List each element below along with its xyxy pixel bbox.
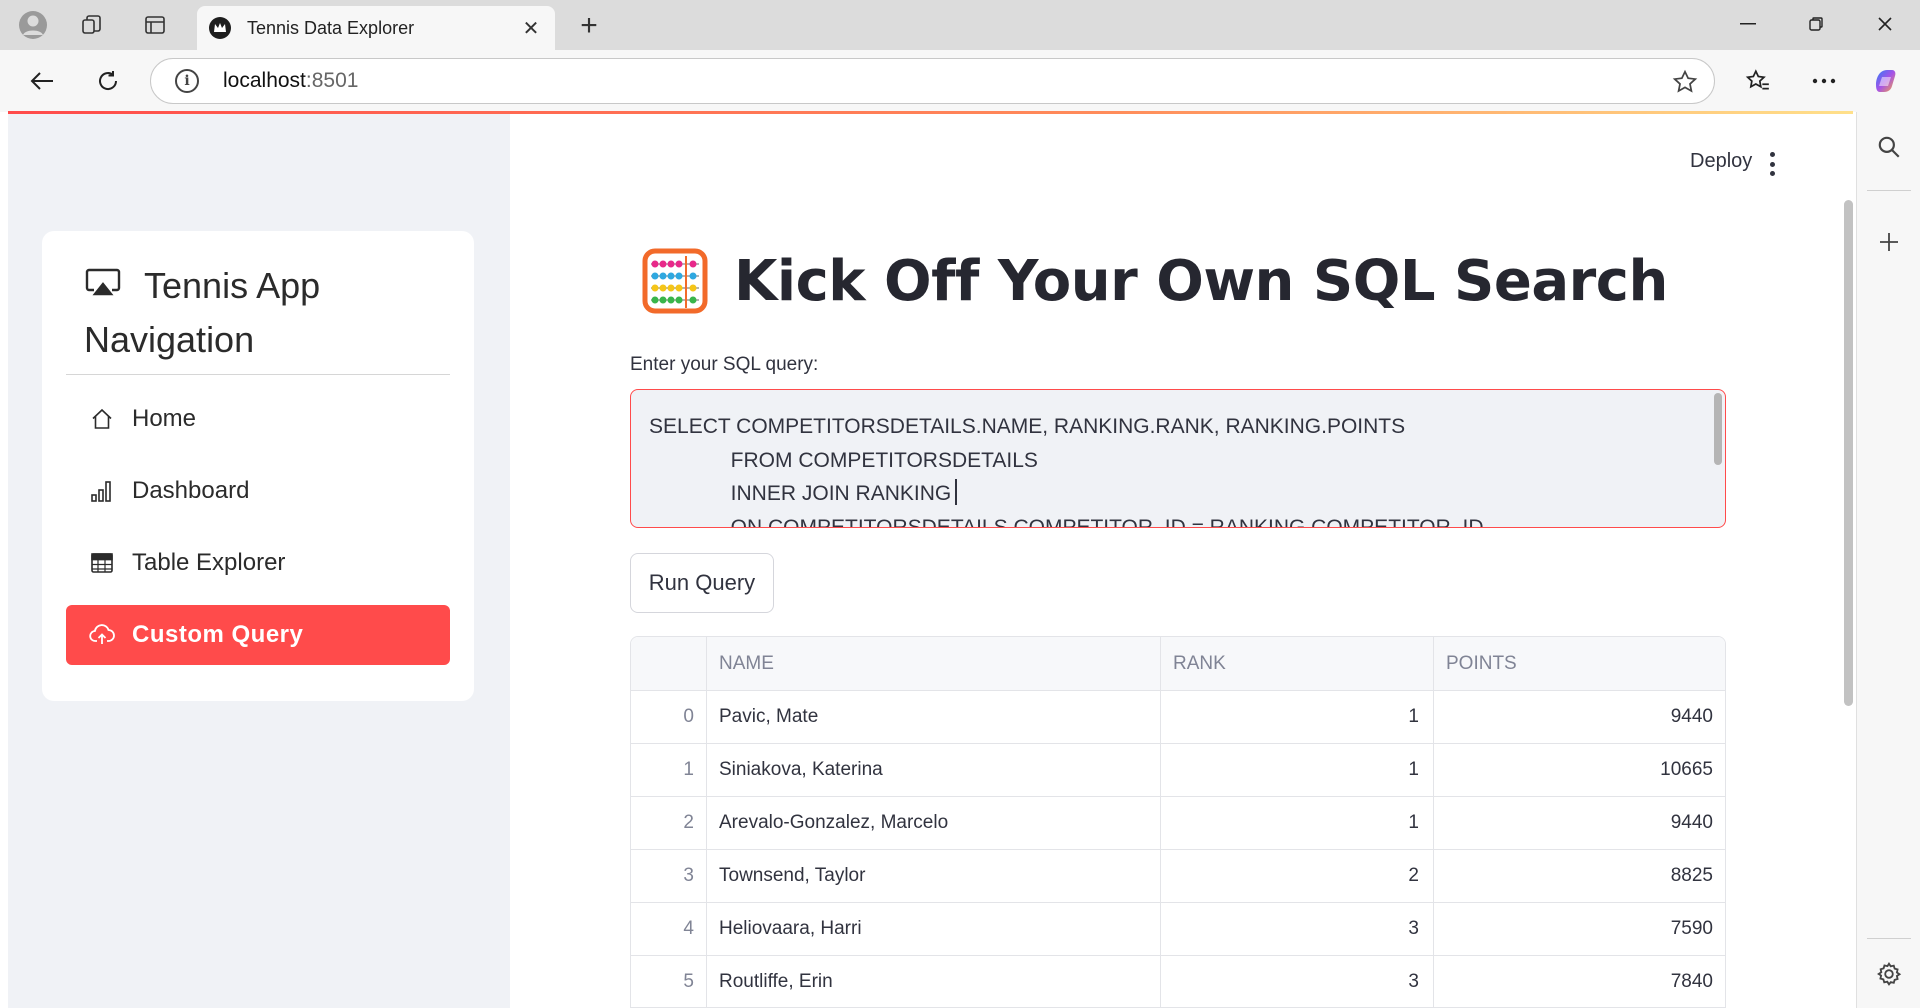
results-dataframe[interactable]: NAME RANK POINTS 0 Pavic, Mate 1 9440 1 … (630, 636, 1726, 1008)
tab-title: Tennis Data Explorer (247, 17, 415, 38)
search-icon[interactable] (1871, 129, 1907, 165)
main-content: Deploy Kick Off Your Own SQL Search Ente… (510, 114, 1856, 1008)
cell-name[interactable]: Townsend, Taylor (707, 850, 1161, 902)
table-row[interactable]: 1 Siniakova, Katerina 1 10665 (631, 744, 1725, 797)
sidebar-item-label: Table Explorer (132, 549, 286, 576)
favorite-star-icon[interactable] (1672, 69, 1698, 100)
page-title: Kick Off Your Own SQL Search (734, 248, 1668, 314)
dataframe-header: NAME RANK POINTS (631, 637, 1725, 691)
row-index: 1 (631, 744, 707, 796)
side-panel-divider (1867, 938, 1911, 939)
cell-rank[interactable]: 3 (1161, 956, 1434, 1007)
workspaces-icon[interactable] (76, 9, 108, 41)
cell-name[interactable]: Siniakova, Katerina (707, 744, 1161, 796)
minimize-icon[interactable] (1718, 6, 1778, 42)
cell-name[interactable]: Arevalo-Gonzalez, Marcelo (707, 797, 1161, 849)
run-query-button[interactable]: Run Query (630, 553, 774, 613)
site-info-icon[interactable]: i (175, 69, 199, 93)
main-menu-icon[interactable] (1768, 152, 1776, 176)
row-index: 2 (631, 797, 707, 849)
sidebar-item-custom-query[interactable]: Custom Query (66, 605, 450, 665)
address-bar[interactable]: i localhost:8501 (150, 58, 1715, 104)
new-tab-button[interactable]: + (572, 9, 606, 43)
sidebar-item-label: Dashboard (132, 477, 250, 504)
sidebar-item-table-explorer[interactable]: Table Explorer (66, 533, 450, 593)
index-header (631, 637, 707, 690)
cell-points[interactable]: 9440 (1434, 797, 1725, 849)
profile-avatar-icon[interactable] (17, 9, 49, 41)
url-text: localhost:8501 (223, 69, 359, 92)
table-row[interactable]: 3 Townsend, Taylor 2 8825 (631, 850, 1725, 903)
cell-name[interactable]: Routliffe, Erin (707, 956, 1161, 1007)
cell-name[interactable]: Pavic, Mate (707, 691, 1161, 743)
navigation-card: Tennis App Navigation Home Dashboard Tab… (42, 231, 474, 701)
table-row[interactable]: 0 Pavic, Mate 1 9440 (631, 691, 1725, 744)
cell-rank[interactable]: 1 (1161, 797, 1434, 849)
sql-query-textarea[interactable]: SELECT COMPETITORSDETAILS.NAME, RANKING.… (630, 389, 1726, 528)
page-scrollbar[interactable] (1844, 200, 1853, 706)
back-arrow-icon[interactable] (24, 63, 60, 99)
cell-rank[interactable]: 1 (1161, 691, 1434, 743)
cell-rank[interactable]: 3 (1161, 903, 1434, 955)
settings-gear-icon[interactable] (1871, 956, 1907, 992)
navigation-title: Tennis App Navigation (84, 259, 444, 367)
cast-screen-icon (84, 258, 122, 312)
close-window-icon[interactable] (1855, 6, 1915, 42)
browser-tab-bar: Tennis Data Explorer ✕ + (0, 0, 1920, 50)
sidebar-item-label: Custom Query (132, 621, 304, 648)
sql-query-text[interactable]: SELECT COMPETITORSDETAILS.NAME, RANKING.… (649, 410, 1483, 527)
query-label: Enter your SQL query: (630, 354, 819, 375)
add-icon[interactable] (1871, 224, 1907, 260)
cell-name[interactable]: Heliovaara, Harri (707, 903, 1161, 955)
table-row[interactable]: 5 Routliffe, Erin 3 7840 (631, 956, 1725, 1007)
app-sidebar: Tennis App Navigation Home Dashboard Tab… (8, 114, 510, 1008)
cell-rank[interactable]: 2 (1161, 850, 1434, 902)
row-index: 0 (631, 691, 707, 743)
navigation-divider (66, 374, 450, 375)
favorites-icon[interactable] (1740, 63, 1776, 99)
home-icon (88, 405, 116, 433)
more-options-icon[interactable] (1806, 63, 1842, 99)
sidebar-item-label: Home (132, 405, 197, 432)
browser-tab-active[interactable]: Tennis Data Explorer ✕ (197, 6, 555, 50)
refresh-icon[interactable] (90, 63, 126, 99)
tab-close-icon[interactable]: ✕ (519, 16, 543, 41)
cloud-upload-icon (88, 621, 116, 649)
column-header-points[interactable]: POINTS (1434, 637, 1725, 690)
cell-points[interactable]: 9440 (1434, 691, 1725, 743)
textarea-scrollbar[interactable] (1714, 393, 1722, 465)
side-panel-divider (1867, 190, 1911, 191)
cell-rank[interactable]: 1 (1161, 744, 1434, 796)
text-caret (955, 479, 958, 505)
cell-points[interactable]: 10665 (1434, 744, 1725, 796)
browser-side-panel (1856, 112, 1920, 1008)
vertical-tabs-icon[interactable] (139, 9, 171, 41)
sidebar-item-home[interactable]: Home (66, 389, 450, 449)
cell-points[interactable]: 7840 (1434, 956, 1725, 1007)
abacus-icon (642, 248, 708, 314)
browser-toolbar: i localhost:8501 (0, 50, 1920, 112)
cell-points[interactable]: 7590 (1434, 903, 1725, 955)
sidebar-item-dashboard[interactable]: Dashboard (66, 461, 450, 521)
table-row[interactable]: 2 Arevalo-Gonzalez, Marcelo 1 9440 (631, 797, 1725, 850)
restore-icon[interactable] (1786, 6, 1846, 42)
bar-chart-icon (88, 477, 116, 505)
copilot-icon[interactable] (1868, 63, 1904, 99)
column-header-rank[interactable]: RANK (1161, 637, 1434, 690)
cell-points[interactable]: 8825 (1434, 850, 1725, 902)
row-index: 3 (631, 850, 707, 902)
page-header: Kick Off Your Own SQL Search (642, 248, 1668, 314)
deploy-button[interactable]: Deploy (1690, 150, 1752, 173)
row-index: 5 (631, 956, 707, 1007)
table-icon (88, 549, 116, 577)
column-header-name[interactable]: NAME (707, 637, 1161, 690)
table-row[interactable]: 4 Heliovaara, Harri 3 7590 (631, 903, 1725, 956)
row-index: 4 (631, 903, 707, 955)
streamlit-crown-icon (209, 17, 231, 39)
